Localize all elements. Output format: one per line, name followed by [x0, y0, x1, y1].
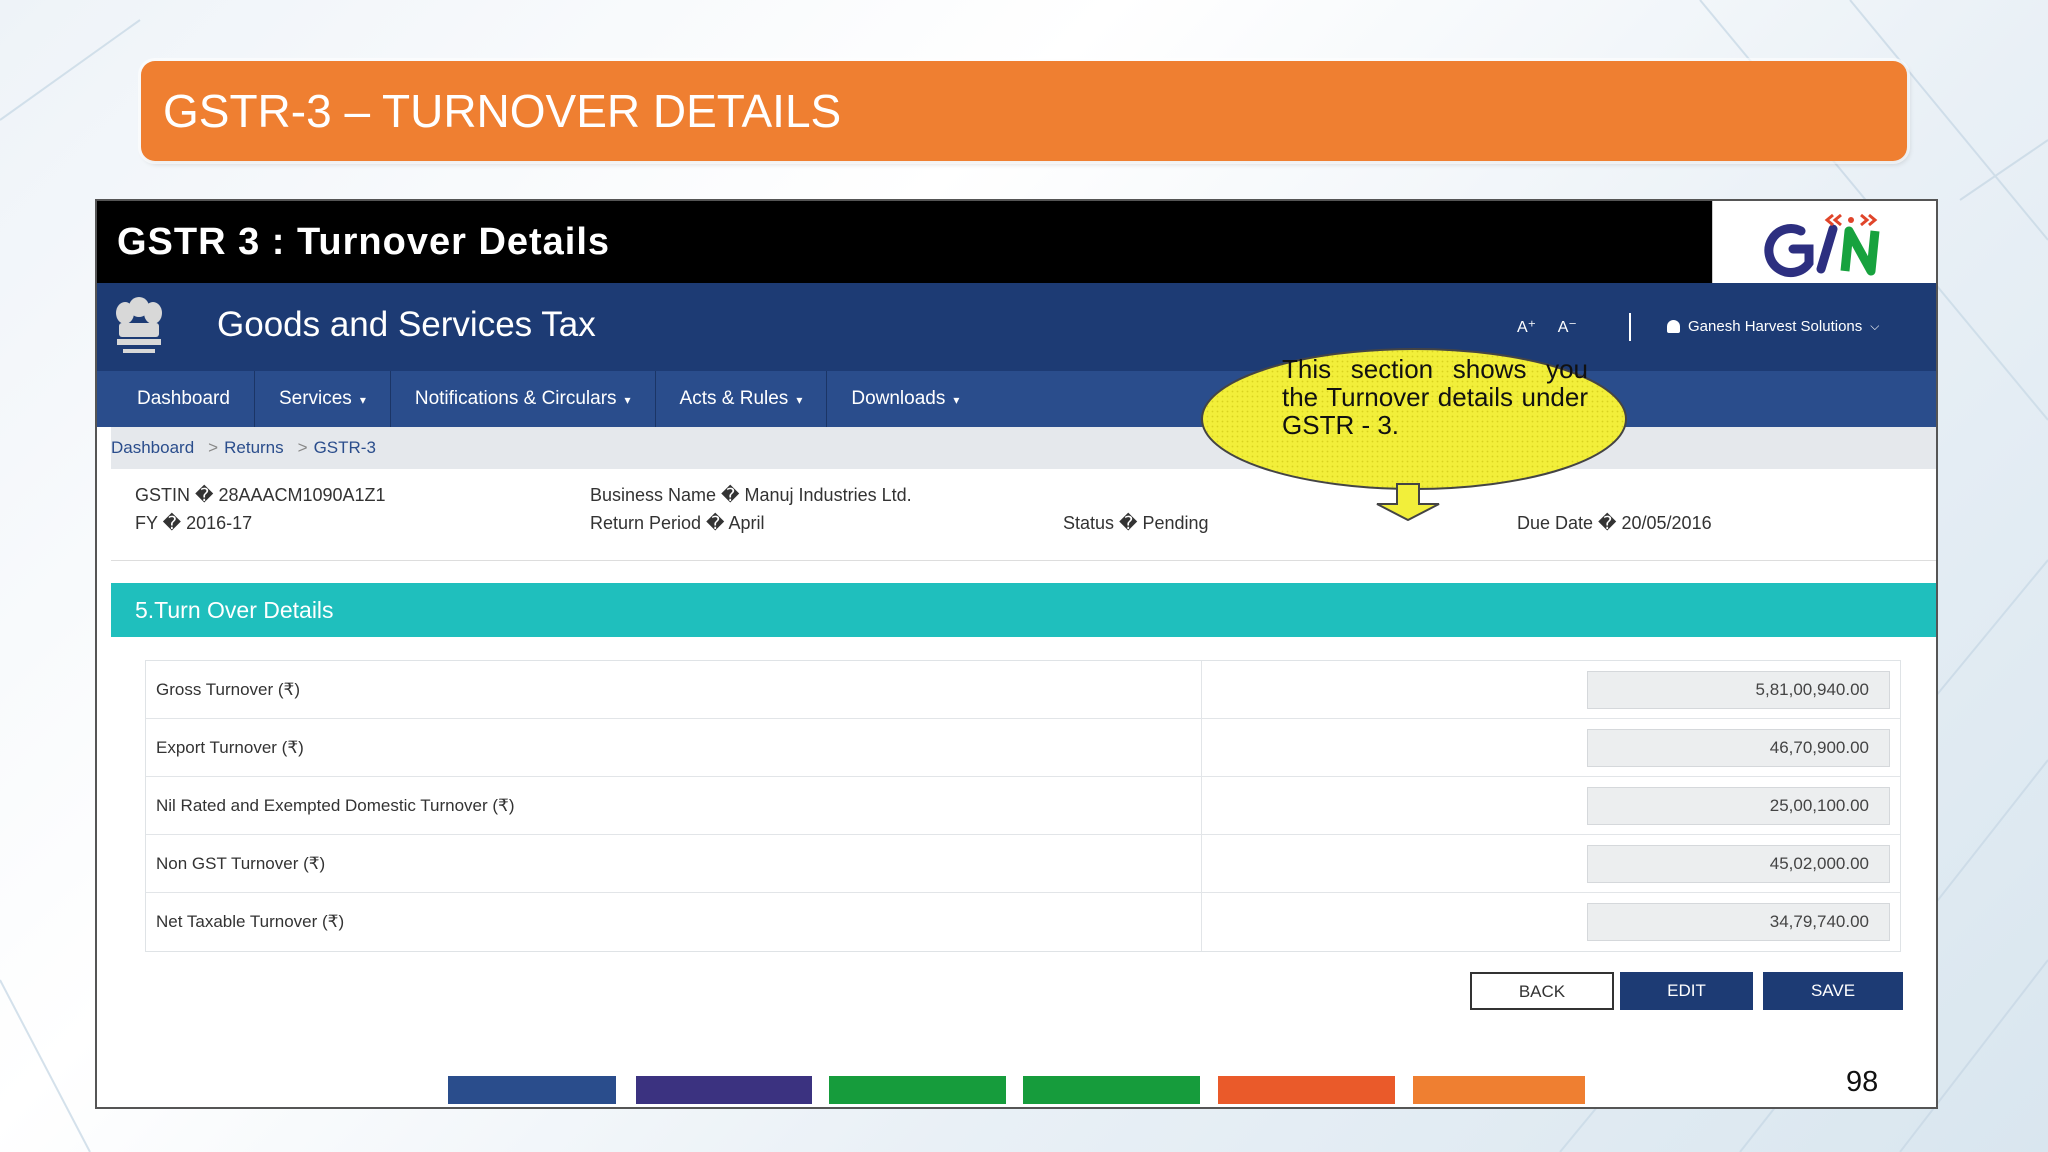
chevron-down-icon: ▾: [624, 393, 631, 407]
table-row: Gross Turnover (₹) 5,81,00,940.00: [146, 661, 1900, 719]
row-value-cell: 45,02,000.00: [1202, 835, 1900, 892]
return-info-panel: GSTIN � 28AAACM1090A1Z1 FY � 2016-17 Bus…: [111, 469, 1936, 561]
business-name-field: Business Name � Manuj Industries Ltd.: [590, 485, 912, 505]
nav-label: Services: [278, 388, 352, 409]
color-strip-segment: [829, 1076, 1006, 1104]
color-strip-segment: [448, 1076, 616, 1104]
breadcrumb-dashboard[interactable]: Dashboard: [111, 438, 194, 457]
turnover-table: Gross Turnover (₹) 5,81,00,940.00 Export…: [145, 660, 1901, 952]
breadcrumb: Dashboard > Returns > GSTR-3: [111, 427, 1936, 469]
breadcrumb-returns[interactable]: Returns: [224, 438, 284, 457]
user-icon: [1667, 320, 1680, 333]
color-strip-segment: [1218, 1076, 1395, 1104]
font-decrease-button[interactable]: A⁻: [1558, 319, 1577, 336]
nav-downloads[interactable]: Downloads ▾: [827, 371, 983, 427]
nil-rated-turnover-field[interactable]: 25,00,100.00: [1587, 787, 1890, 825]
status-field: Status � Pending: [1063, 513, 1209, 533]
color-strip-segment: [636, 1076, 812, 1104]
font-size-controls: A⁺ A⁻: [1517, 317, 1595, 337]
gstin-field: GSTIN � 28AAACM1090A1Z1: [135, 485, 386, 505]
table-row: Non GST Turnover (₹) 45,02,000.00: [146, 835, 1900, 893]
back-button[interactable]: BACK: [1470, 972, 1614, 1010]
row-label: Non GST Turnover (₹): [146, 835, 1202, 892]
nav-services[interactable]: Services ▾: [255, 371, 391, 427]
table-row: Nil Rated and Exempted Domestic Turnover…: [146, 777, 1900, 835]
row-label: Net Taxable Turnover (₹): [146, 893, 1202, 951]
return-period-field: Return Period � April: [590, 513, 765, 533]
gross-turnover-field[interactable]: 5,81,00,940.00: [1587, 671, 1890, 709]
row-label: Gross Turnover (₹): [146, 661, 1202, 718]
slide-title: GSTR-3 – TURNOVER DETAILS: [163, 85, 842, 137]
row-value-cell: 5,81,00,940.00: [1202, 661, 1900, 718]
color-strip-segment: [1023, 1076, 1200, 1104]
nav-acts-rules[interactable]: Acts & Rules ▾: [656, 371, 828, 427]
nav-notifications[interactable]: Notifications & Circulars ▾: [391, 371, 656, 427]
fy-field: FY � 2016-17: [135, 513, 253, 533]
user-name: Ganesh Harvest Solutions: [1688, 318, 1863, 335]
row-value-cell: 46,70,900.00: [1202, 719, 1900, 776]
gstn-logo-icon: [1712, 201, 1936, 283]
user-menu[interactable]: Ganesh Harvest Solutions ⌵: [1667, 318, 1879, 335]
row-value-cell: 34,79,740.00: [1202, 893, 1900, 951]
section-header: 5.Turn Over Details: [111, 583, 1936, 637]
save-button[interactable]: SAVE: [1763, 972, 1903, 1010]
nav-label: Downloads: [851, 388, 946, 409]
screen-header-title: GSTR 3 : Turnover Details: [117, 221, 611, 263]
screen-header: GSTR 3 : Turnover Details: [97, 201, 1936, 283]
breadcrumb-separator: >: [208, 438, 219, 457]
chevron-down-icon: ▾: [953, 393, 960, 407]
main-nav: Dashboard Services ▾ Notifications & Circ…: [97, 371, 1936, 427]
screenshot-frame: GSTR 3 : Turnover Details Goods and Serv…: [95, 199, 1938, 1109]
breadcrumb-separator: >: [297, 438, 308, 457]
gst-title: Goods and Services Tax: [217, 305, 596, 344]
slide-title-bar: GSTR-3 – TURNOVER DETAILS: [141, 61, 1907, 161]
chevron-down-icon: ▾: [359, 393, 366, 407]
nav-label: Acts & Rules: [679, 388, 789, 409]
export-turnover-field[interactable]: 46,70,900.00: [1587, 729, 1890, 767]
divider: [1629, 313, 1631, 341]
row-value-cell: 25,00,100.00: [1202, 777, 1900, 834]
breadcrumb-gstr3: GSTR-3: [313, 438, 376, 457]
edit-button[interactable]: EDIT: [1620, 972, 1753, 1010]
table-row: Export Turnover (₹) 46,70,900.00: [146, 719, 1900, 777]
non-gst-turnover-field[interactable]: 45,02,000.00: [1587, 845, 1890, 883]
font-increase-button[interactable]: A⁺: [1517, 319, 1536, 336]
ashoka-emblem-icon: [111, 293, 167, 359]
gst-portal-bar: Goods and Services Tax A⁺ A⁻ Ganesh Harv…: [97, 283, 1936, 371]
nav-label: Dashboard: [137, 388, 230, 409]
color-strip-segment: [1413, 1076, 1585, 1104]
row-label: Nil Rated and Exempted Domestic Turnover…: [146, 777, 1202, 834]
chevron-down-icon: ▾: [796, 393, 803, 407]
table-row: Net Taxable Turnover (₹) 34,79,740.00: [146, 893, 1900, 951]
net-taxable-turnover-field[interactable]: 34,79,740.00: [1587, 903, 1890, 941]
nav-label: Notifications & Circulars: [414, 388, 617, 409]
nav-dashboard[interactable]: Dashboard: [97, 371, 255, 427]
chevron-down-icon: ⌵: [1870, 319, 1880, 333]
row-label: Export Turnover (₹): [146, 719, 1202, 776]
page-number: 98: [1846, 1066, 1879, 1098]
callout-text: This section shows you the Turnover deta…: [1282, 354, 1588, 440]
